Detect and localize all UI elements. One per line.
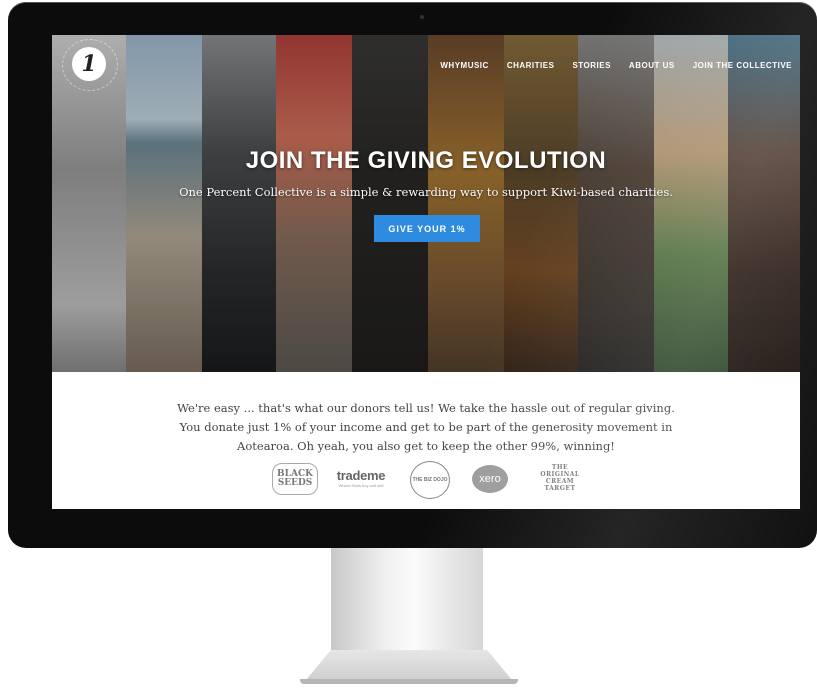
camera-dot bbox=[420, 15, 424, 19]
monitor-frame: 1 WHYMUSIC CHARITIES STORIES ABOUT US JO… bbox=[8, 2, 817, 548]
about-section: We're easy ... that's what our donors te… bbox=[52, 372, 800, 509]
nav-item-about-us[interactable]: ABOUT US bbox=[629, 61, 675, 70]
about-text: We're easy ... that's what our donors te… bbox=[177, 401, 675, 453]
hero-overlay bbox=[52, 35, 800, 372]
monitor-base-edge bbox=[300, 679, 518, 684]
xero-logo[interactable]: xero bbox=[472, 465, 508, 493]
monitor-stand bbox=[331, 548, 483, 658]
nav-item-charities[interactable]: CHARITIES bbox=[507, 61, 555, 70]
hero-subline: One Percent Collective is a simple & rew… bbox=[179, 185, 673, 199]
trade-me-logo[interactable]: trademe Where Kiwis buy and sell bbox=[333, 459, 389, 497]
nav-item-stories[interactable]: STORIES bbox=[572, 61, 610, 70]
website-screen: 1 WHYMUSIC CHARITIES STORIES ABOUT US JO… bbox=[52, 35, 800, 509]
sponsor-logos: BLACK SEEDS trademe Where Kiwis buy and … bbox=[52, 459, 800, 499]
main-nav: WHYMUSIC CHARITIES STORIES ABOUT US JOIN… bbox=[440, 61, 792, 70]
trade-me-wordmark: trademe bbox=[336, 468, 386, 483]
biz-dojo-logo[interactable]: THE BIZ DOJO bbox=[410, 461, 450, 499]
cream-target-logo[interactable]: THE ORIGINAL CREAM TARGET bbox=[536, 459, 584, 497]
site-logo[interactable]: 1 bbox=[72, 47, 106, 81]
black-seeds-logo[interactable]: BLACK SEEDS bbox=[272, 463, 318, 495]
hero-headline: JOIN THE GIVING EVOLUTION bbox=[245, 147, 607, 174]
nav-item-join-the-collective[interactable]: JOIN THE COLLECTIVE bbox=[693, 61, 792, 70]
give-your-1-percent-button[interactable]: GIVE YOUR 1% bbox=[374, 215, 480, 242]
nav-item-whymusic[interactable]: WHYMUSIC bbox=[440, 61, 488, 70]
monitor-base bbox=[306, 650, 512, 680]
trade-me-tagline: Where Kiwis buy and sell bbox=[338, 483, 384, 488]
hero-banner: 1 WHYMUSIC CHARITIES STORIES ABOUT US JO… bbox=[52, 35, 800, 372]
